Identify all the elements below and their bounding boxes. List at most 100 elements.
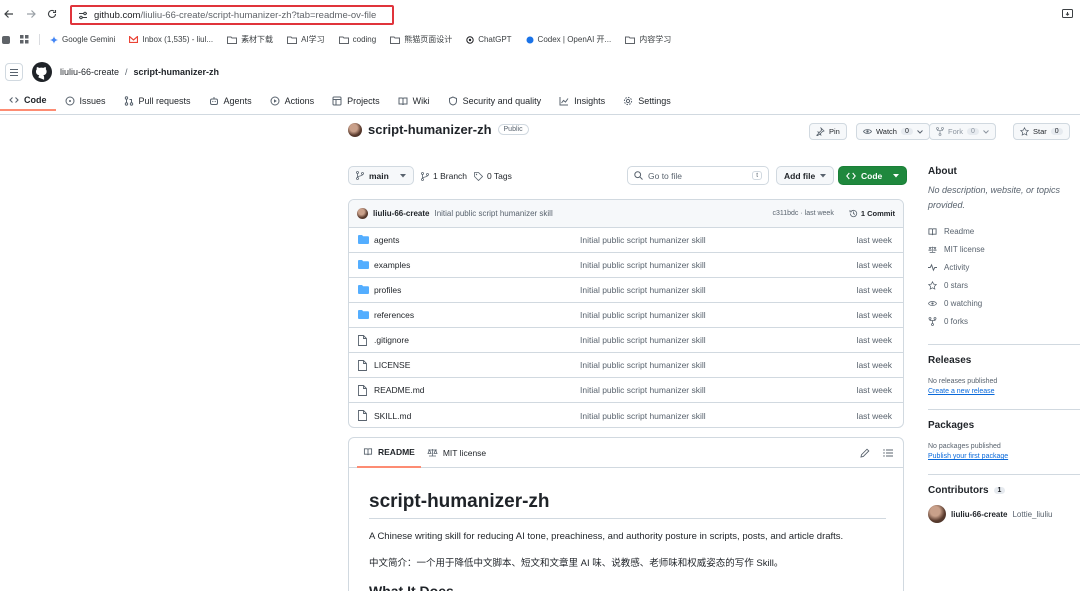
create-release-link[interactable]: Create a new release (928, 388, 1080, 395)
star-button[interactable]: Star 0 (1013, 123, 1070, 140)
file-row[interactable]: examples Initial public script humanizer … (349, 253, 903, 278)
file-name[interactable]: .gitignore (374, 335, 409, 345)
branch-select[interactable]: main (348, 166, 414, 185)
tab-label: MIT license (442, 447, 487, 458)
grid-icon[interactable] (20, 35, 29, 44)
bookmark-inbox[interactable]: Inbox (1,535) - liul... (129, 35, 213, 44)
file-name[interactable]: SKILL.md (374, 411, 411, 421)
bookmark-folder-design[interactable]: 熊猫页面设计 (390, 34, 452, 45)
add-file-button[interactable]: Add file (776, 166, 835, 185)
tab-projects[interactable]: Projects (323, 91, 389, 111)
site-settings-icon[interactable] (78, 11, 88, 20)
tab-pull-requests[interactable]: Pull requests (115, 91, 200, 111)
about-item[interactable]: Activity (928, 258, 1080, 276)
tags-link[interactable]: 0 Tags (474, 171, 512, 181)
file-name[interactable]: references (374, 310, 414, 320)
github-logo-icon[interactable] (32, 62, 52, 82)
file-row[interactable]: README.md Initial public script humanizer… (349, 378, 903, 403)
file-commit-message[interactable]: Initial public script humanizer skill (580, 385, 706, 395)
file-commit-message[interactable]: Initial public script humanizer skill (580, 335, 706, 345)
file-name[interactable]: agents (374, 235, 400, 245)
tab-code[interactable]: Code (0, 91, 56, 111)
publish-package-link[interactable]: Publish your first package (928, 453, 1080, 460)
tab-issues[interactable]: Issues (56, 91, 115, 111)
file-row[interactable]: agents Initial public script humanizer sk… (349, 228, 903, 253)
go-to-file-input[interactable]: Go to file t (627, 166, 769, 185)
code-button[interactable]: Code (838, 166, 908, 185)
contributor-login[interactable]: liuliu-66-create (951, 510, 1007, 519)
file-commit-message[interactable]: Initial public script humanizer skill (580, 285, 706, 295)
tab-label: Code (24, 95, 47, 105)
tab-settings[interactable]: Settings (614, 91, 680, 111)
file-name[interactable]: profiles (374, 285, 401, 295)
about-item-label: Activity (944, 262, 970, 272)
owner-link[interactable]: liuliu-66-create (60, 67, 119, 77)
file-commit-message[interactable]: Initial public script humanizer skill (580, 235, 706, 245)
bookmark-folder-sucai[interactable]: 素材下载 (227, 34, 273, 45)
commit-author[interactable]: liuliu-66-create (373, 209, 429, 218)
tab-security[interactable]: Security and quality (439, 91, 551, 111)
tab-license[interactable]: MIT license (421, 438, 492, 468)
file-row[interactable]: LICENSE Initial public script humanizer s… (349, 353, 903, 378)
file-row[interactable]: profiles Initial public script humanizer … (349, 278, 903, 303)
back-arrow-icon[interactable] (4, 9, 14, 19)
owner-avatar[interactable] (348, 122, 362, 137)
file-commit-message[interactable]: Initial public script humanizer skill (580, 411, 706, 421)
apps-icon[interactable] (2, 35, 10, 44)
about-item[interactable]: Readme (928, 222, 1080, 240)
reload-icon[interactable] (47, 9, 57, 19)
bookmark-gemini[interactable]: Google Gemini (50, 35, 115, 44)
bookmark-folder-coding[interactable]: coding (338, 35, 376, 44)
shortcut-key: t (752, 171, 762, 180)
about-item[interactable]: MIT license (928, 240, 1080, 258)
install-app-icon[interactable] (1062, 9, 1073, 19)
contributor-item[interactable]: liuliu-66-create Lottie_liuliu (928, 505, 1080, 523)
watch-button[interactable]: Watch 0 (856, 123, 930, 140)
list-icon[interactable] (883, 448, 893, 458)
file-name[interactable]: LICENSE (374, 360, 410, 370)
file-commit-message[interactable]: Initial public script humanizer skill (580, 310, 706, 320)
pin-button[interactable]: Pin (809, 123, 847, 140)
tab-actions[interactable]: Actions (261, 91, 324, 111)
latest-commit-row: liuliu-66-create Initial public script h… (349, 200, 903, 228)
bookmark-folder-content[interactable]: 内容学习 (625, 34, 671, 45)
commit-meta[interactable]: c311bdc · last week (772, 210, 833, 217)
readme-intro-en: A Chinese writing skill for reducing AI … (369, 531, 844, 542)
about-item[interactable]: 0 watching (928, 294, 1080, 312)
tab-label: Pull requests (138, 96, 191, 106)
fork-button[interactable]: Fork 0 (929, 123, 996, 140)
contributor-avatar[interactable] (928, 505, 946, 523)
releases-heading[interactable]: Releases (928, 355, 1080, 366)
tab-insights[interactable]: Insights (550, 91, 614, 111)
play-icon (270, 96, 280, 106)
file-name[interactable]: examples (374, 260, 410, 270)
menu-icon[interactable] (5, 63, 23, 81)
commit-message[interactable]: Initial public script humanizer skill (434, 209, 552, 218)
forward-arrow-icon[interactable] (26, 9, 36, 19)
file-commit-message[interactable]: Initial public script humanizer skill (580, 360, 706, 370)
packages-heading[interactable]: Packages (928, 420, 1080, 431)
bookmark-codex[interactable]: Codex | OpenAI 开... (526, 34, 611, 45)
address-bar[interactable]: github.com/liuliu-66-create/script-human… (70, 5, 394, 25)
tab-readme[interactable]: README (357, 438, 421, 468)
bookmark-folder-ai[interactable]: AI学习 (287, 34, 325, 45)
file-name[interactable]: README.md (374, 385, 425, 395)
commit-history-link[interactable]: 1 Commit (849, 209, 895, 218)
codex-icon (526, 36, 534, 44)
sidebar-divider (928, 474, 1080, 475)
file-row[interactable]: SKILL.md Initial public script humanizer … (349, 403, 903, 427)
tab-wiki[interactable]: Wiki (389, 91, 439, 111)
browser-toolbar: github.com/liuliu-66-create/script-human… (0, 0, 1080, 31)
about-item[interactable]: 0 forks (928, 312, 1080, 330)
contributors-heading[interactable]: Contributors 1 (928, 485, 1080, 496)
about-item[interactable]: 0 stars (928, 276, 1080, 294)
file-commit-message[interactable]: Initial public script humanizer skill (580, 260, 706, 270)
file-row[interactable]: .gitignore Initial public script humanize… (349, 328, 903, 353)
bookmark-chatgpt[interactable]: ChatGPT (466, 35, 512, 44)
commit-author-avatar[interactable] (357, 208, 368, 219)
file-row[interactable]: references Initial public script humanize… (349, 303, 903, 328)
tab-agents[interactable]: Agents (200, 91, 261, 111)
branches-link[interactable]: 1 Branch (421, 171, 467, 181)
repo-link[interactable]: script-humanizer-zh (134, 67, 220, 77)
pencil-icon[interactable] (860, 448, 870, 458)
